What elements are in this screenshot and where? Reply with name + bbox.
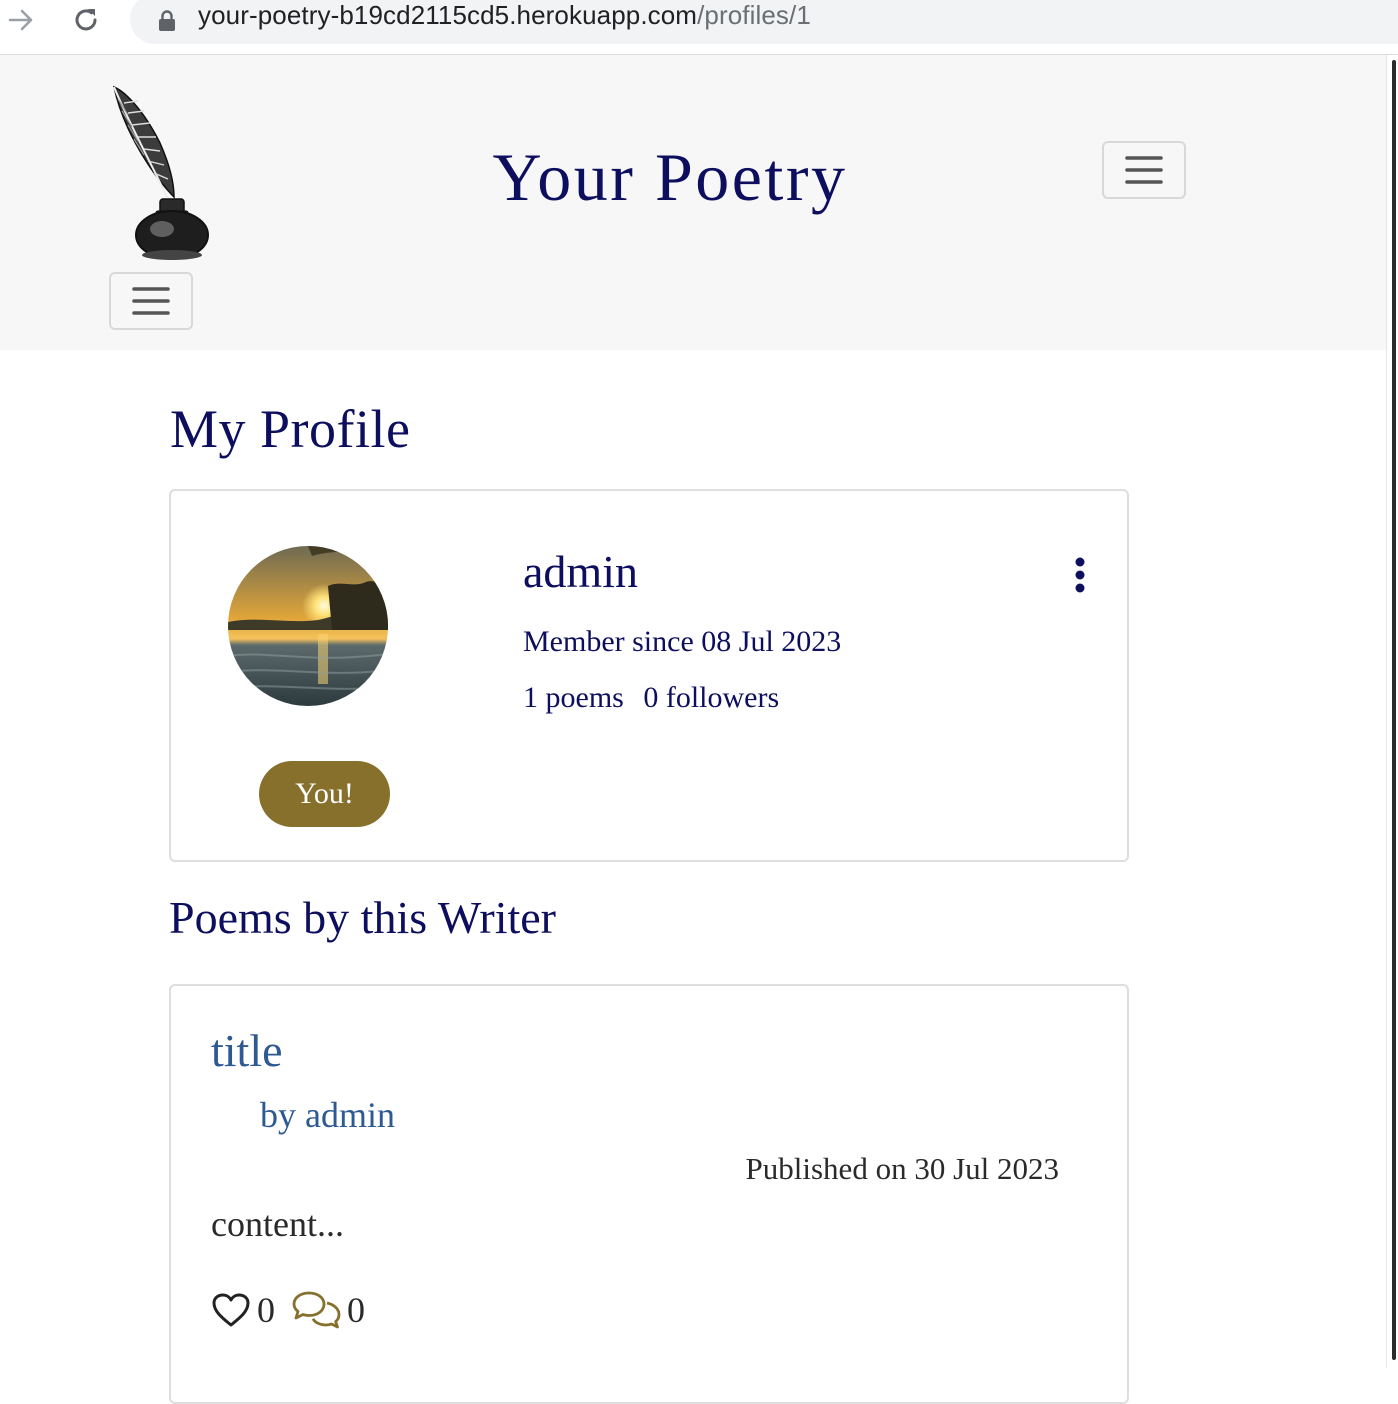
poem-card: title by admin Published on 30 Jul 2023 … [169,984,1129,1404]
forward-button[interactable] [4,3,38,37]
poem-published-date: Published on 30 Jul 2023 [745,1151,1059,1186]
hamburger-icon [1125,156,1163,184]
you-badge: You! [259,761,390,827]
poem-excerpt: content... [211,1204,344,1244]
poem-actions: 0 0 [211,1289,365,1331]
profile-card: You! admin Member since 08 Jul 2023 1 po… [169,489,1129,862]
poems-section-heading: Poems by this Writer [169,892,557,943]
reload-icon [75,9,97,31]
comments-button[interactable] [291,1290,343,1330]
browser-toolbar: your-poetry-b19cd2115cd5.herokuapp.com/p… [0,0,1398,55]
url-text: your-poetry-b19cd2115cd5.herokuapp.com/p… [198,0,811,31]
likes-count: 0 [257,1290,275,1330]
arrow-right-icon [8,9,33,31]
kebab-menu-icon [1075,557,1085,593]
member-since-text: Member since 08 Jul 2023 [523,625,842,658]
comments-count: 0 [347,1290,365,1330]
lock-icon [159,10,175,31]
profile-name: admin [523,546,638,597]
profile-stats: 1 poems 0 followers [523,681,791,715]
scrollbar-thumb[interactable] [1392,60,1396,1360]
site-header: Your Poetry [0,55,1386,350]
sidebar-toggle-button[interactable] [109,272,193,330]
nav-toggle-button[interactable] [1102,141,1186,199]
url-host: your-poetry-b19cd2115cd5.herokuapp.com [198,0,698,30]
poems-count: 1 poems [523,681,624,714]
page-title: My Profile [170,399,411,459]
poem-author[interactable]: by admin [260,1095,395,1136]
reload-button[interactable] [69,3,103,37]
heart-icon [212,1293,250,1327]
address-bar[interactable]: your-poetry-b19cd2115cd5.herokuapp.com/p… [130,0,1398,44]
poem-title-link[interactable]: title [211,1025,283,1077]
comments-icon [292,1291,341,1329]
followers-count: 0 followers [643,681,780,714]
hamburger-icon [132,287,170,315]
avatar[interactable] [228,546,388,706]
like-button[interactable] [211,1292,251,1328]
url-path: /profiles/1 [697,0,811,30]
profile-options-button[interactable] [1067,555,1093,595]
